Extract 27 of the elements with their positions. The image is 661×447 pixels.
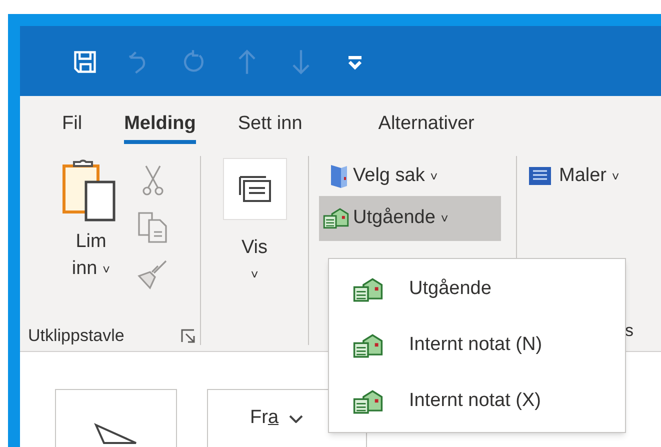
view-button[interactable]: Vis ˅: [222, 158, 286, 288]
outgoing-button[interactable]: Utgående ˅: [319, 196, 501, 241]
group-label: s: [625, 320, 634, 342]
menu-item[interactable]: Internt notat (N): [329, 322, 625, 368]
ribbon-tab[interactable]: Alternativer: [378, 110, 474, 144]
group-label: Utklippstavle: [28, 325, 124, 348]
ribbon-tab[interactable]: Sett inn: [238, 110, 302, 144]
menu-item[interactable]: Utgående: [329, 266, 625, 312]
copy-icon[interactable]: [136, 210, 170, 244]
scissors-icon[interactable]: [142, 164, 164, 196]
folder-icon: [329, 163, 349, 189]
send-button[interactable]: [55, 389, 177, 447]
save-icon[interactable]: [72, 49, 98, 75]
envelope-icon: [353, 334, 383, 358]
dialog-launcher-icon[interactable]: [180, 328, 196, 344]
chevron-down-icon: [288, 414, 303, 422]
paste-button[interactable]: Lim inn ˅: [50, 154, 132, 325]
document-icon: [527, 165, 553, 187]
envelope-icon: [323, 208, 349, 229]
send-icon: [94, 423, 138, 447]
envelope-icon: [353, 390, 383, 414]
choose-case-button[interactable]: Velg sak ˅: [325, 156, 442, 196]
envelope-icon: [353, 278, 383, 302]
templates-button[interactable]: Maler ˅: [527, 156, 620, 196]
window-icon: [238, 175, 272, 203]
ribbon-tab[interactable]: Melding: [124, 110, 196, 144]
ribbon-tab[interactable]: Fil: [62, 110, 82, 144]
